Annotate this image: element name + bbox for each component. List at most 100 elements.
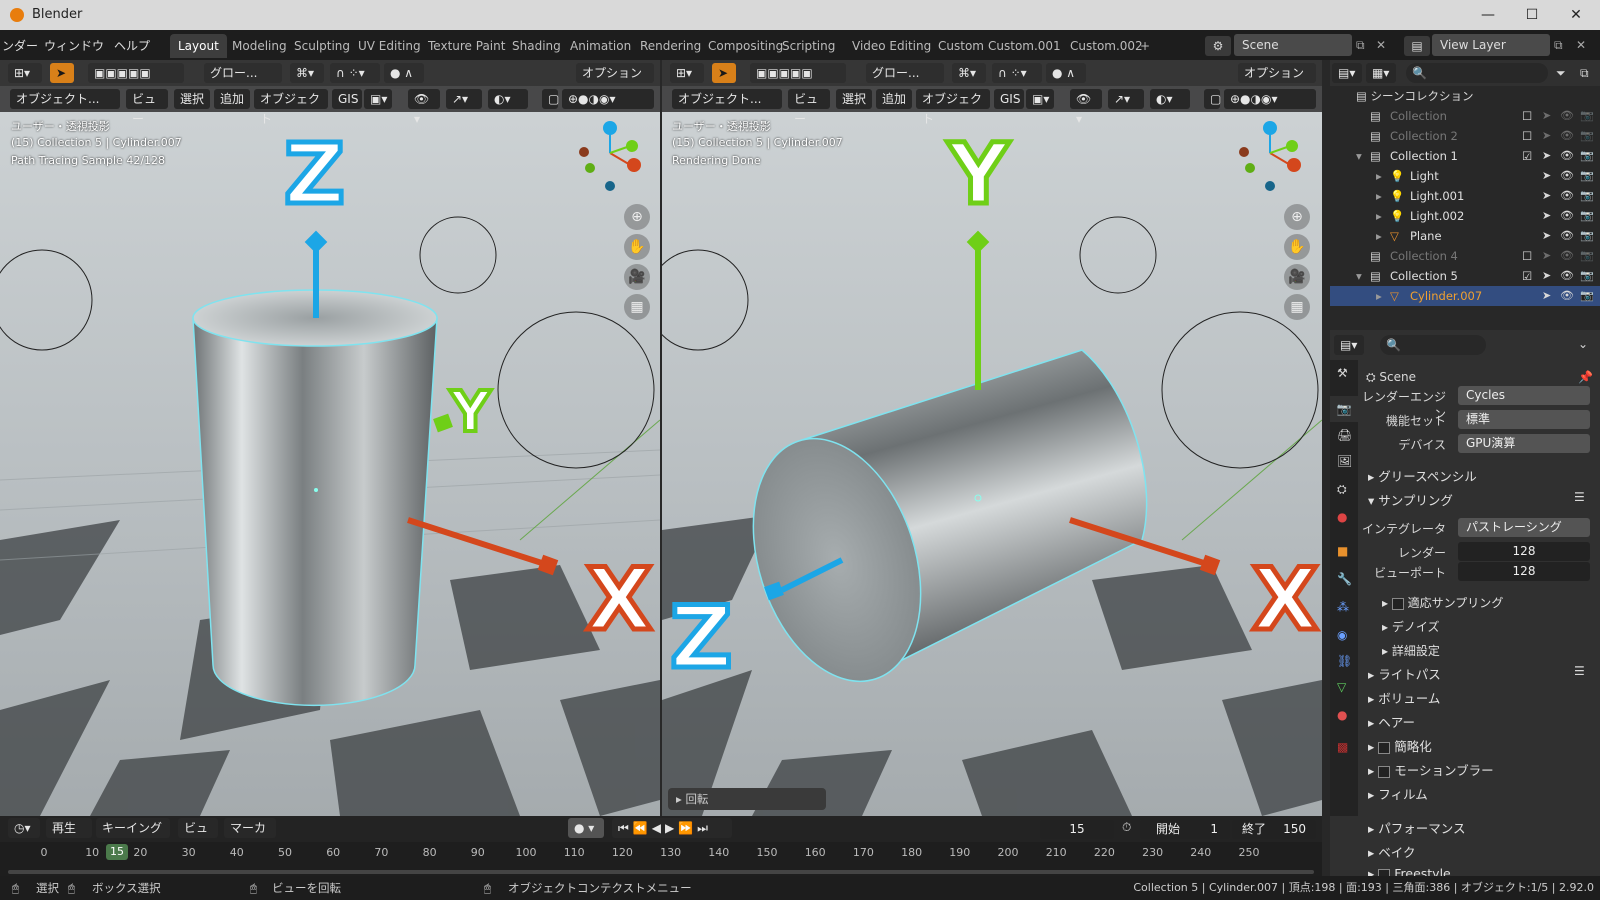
overlay-icon[interactable]: ◐▾ [488,89,528,109]
outliner-editor-icon[interactable]: ▤▾ [1332,63,1362,83]
select-tool-icon[interactable]: ➤ [712,63,736,83]
device-dropdown[interactable]: GPU演算 [1458,434,1590,453]
disclosure-icon[interactable]: ▾ [1356,266,1362,286]
view-menu[interactable]: ビュー [126,89,168,126]
stopwatch-icon[interactable]: ⏱ [1122,820,1131,835]
tab-sculpting[interactable]: Sculpting [286,34,358,58]
view-layer-field[interactable]: View Layer [1432,34,1550,56]
camera-render-icon[interactable]: 📷 [1580,166,1594,186]
record-icon[interactable]: ● ▾ [568,818,604,838]
navigation-gizmo[interactable] [570,118,650,198]
pivot-icon[interactable]: ⌘▾ [290,63,324,83]
add-menu[interactable]: 追加 [214,89,250,109]
freestyle-checkbox[interactable] [1378,868,1391,876]
proportional-edit-icon[interactable]: ● ∧ [1046,63,1086,83]
visibility-icon[interactable]: 👁▾ [408,89,440,126]
section-grease-pencil[interactable]: ▸ グリースペンシル [1368,466,1477,485]
tab-uv-editing[interactable]: UV Editing [350,34,429,58]
select-arrow-icon[interactable]: ➤ [1542,266,1551,286]
pan-hand-icon[interactable]: ✋ [1284,234,1310,260]
menu-help[interactable]: ヘルプ [114,37,150,54]
camera-render-icon[interactable]: 📷 [1580,246,1594,266]
section-volumes[interactable]: ▸ ボリューム [1368,688,1440,707]
zoom-icon[interactable]: ⊕ [624,204,650,230]
timeline-scrollbar[interactable] [8,870,1314,874]
timeline-editor-icon[interactable]: ◷▾ [8,818,40,838]
exclude-checkbox[interactable]: ☐ [1522,246,1532,266]
snap-icon[interactable]: ∩ ⁘▾ [992,63,1042,83]
camera-render-icon[interactable]: 📷 [1580,206,1594,226]
exclude-checkbox[interactable]: ☐ [1522,106,1532,126]
new-view-layer-icon[interactable]: ⧉ [1554,38,1563,53]
scene-tab-icon[interactable]: ⛭ [1337,482,1347,497]
gis-icon[interactable]: ▣▾ [1026,89,1054,109]
disclosure-icon[interactable]: ▾ [1356,146,1362,166]
tab-modeling[interactable]: Modeling [224,34,295,58]
timeline-view-menu[interactable]: ビュー [178,818,218,855]
gizmo-icon[interactable]: ↗▾ [1108,89,1144,109]
viewport-samples-input[interactable]: 128 [1458,562,1590,581]
select-arrow-icon[interactable]: ➤ [1542,286,1551,306]
camera-render-icon[interactable]: 📷 [1580,146,1594,166]
section-bake[interactable]: ▸ ベイク [1368,842,1416,861]
frame-start-input[interactable]: 開始 1 [1140,820,1230,839]
proportional-edit-icon[interactable]: ● ∧ [384,63,424,83]
pivot-icon[interactable]: ⌘▾ [952,63,986,83]
display-mode-icon[interactable]: ▦▾ [1366,63,1396,83]
exclude-checkbox[interactable]: ☑ [1522,146,1532,166]
camera-render-icon[interactable]: 📷 [1580,286,1594,306]
presets-list-icon[interactable]: ☰ [1574,664,1585,678]
camera-render-icon[interactable]: 📷 [1580,226,1594,246]
transform-orientation-dropdown[interactable]: グロー... [866,63,944,83]
motion-blur-checkbox[interactable] [1378,765,1391,778]
eye-icon[interactable]: 👁 [1560,166,1574,186]
snap-icon[interactable]: ∩ ⁘▾ [330,63,380,83]
options-dropdown[interactable]: オプション [576,63,654,83]
overlay-icon[interactable]: ◐▾ [1150,89,1190,109]
section-light-paths[interactable]: ▸ ライトパス [1368,664,1441,683]
tool-tab-icon[interactable]: ⚒ [1337,366,1348,380]
frame-end-input[interactable]: 終了 150 [1232,820,1316,839]
scene-name-field[interactable]: Scene [1234,34,1352,56]
section-simplify[interactable]: ▸ 簡略化 [1368,736,1432,755]
shading-mode-icons[interactable]: ⊕●◑◉▾ [1224,89,1316,109]
presets-list-icon[interactable]: ☰ [1574,490,1585,504]
section-hair[interactable]: ▸ ヘアー [1368,712,1415,731]
outliner-row[interactable]: ▤ Collection ☐ ➤ 👁 📷 [1330,106,1600,126]
maximize-button[interactable]: ☐ [1512,4,1552,26]
select-mode-icons[interactable]: ▣▣▣▣▣ [750,63,846,83]
data-tab-icon[interactable]: ▽ [1337,680,1346,694]
gis-menu[interactable]: GIS [332,89,362,109]
eye-icon[interactable]: 👁 [1560,146,1574,166]
select-mode-icons[interactable]: ▣▣▣▣▣ [88,63,184,83]
playback-controls-icons[interactable]: ⏮⏪◀▶⏩⏭ [612,818,732,838]
outliner-row[interactable]: ▸ ▽ Plane ➤ 👁 📷 [1330,226,1600,246]
particles-tab-icon[interactable]: ⁂ [1337,600,1349,614]
simplify-checkbox[interactable] [1378,741,1391,754]
gizmo-icon[interactable]: ↗▾ [446,89,482,109]
section-film[interactable]: ▸ フィルム [1368,784,1428,803]
mode-dropdown[interactable]: オブジェクト... [672,89,782,109]
section-performance[interactable]: ▸ パフォーマンス [1368,818,1466,837]
select-menu[interactable]: 選択 [174,89,210,109]
eye-icon[interactable]: 👁 [1560,266,1574,286]
disclosure-icon[interactable]: ▸ [1376,226,1382,246]
chevron-down-icon[interactable]: ⌄ [1578,337,1588,351]
xray-icon[interactable]: ▢ [542,89,559,109]
marker-menu[interactable]: マーカー [224,818,276,855]
camera-render-icon[interactable]: 📷 [1580,186,1594,206]
eye-icon[interactable]: 👁 [1560,286,1574,306]
grid-icon[interactable]: ▦ [1284,294,1310,320]
constraints-tab-icon[interactable]: ⛓ [1337,654,1352,668]
tab-scripting[interactable]: Scripting [774,34,843,58]
physics-tab-icon[interactable]: ◉ [1337,628,1347,642]
outliner-row[interactable]: ▤ Collection 2 ☐ ➤ 👁 📷 [1330,126,1600,146]
select-arrow-icon[interactable]: ➤ [1542,146,1551,166]
transform-orientation-dropdown[interactable]: グロー... [204,63,282,83]
delete-view-layer-icon[interactable]: ✕ [1576,38,1586,52]
view-menu[interactable]: ビュー [788,89,830,126]
output-tab-icon[interactable]: 🖨 [1337,428,1352,442]
render-engine-dropdown[interactable]: Cycles [1458,386,1590,405]
disclosure-icon[interactable]: ▸ [1376,166,1382,186]
properties-editor-icon[interactable]: ▤▾ [1334,335,1364,355]
